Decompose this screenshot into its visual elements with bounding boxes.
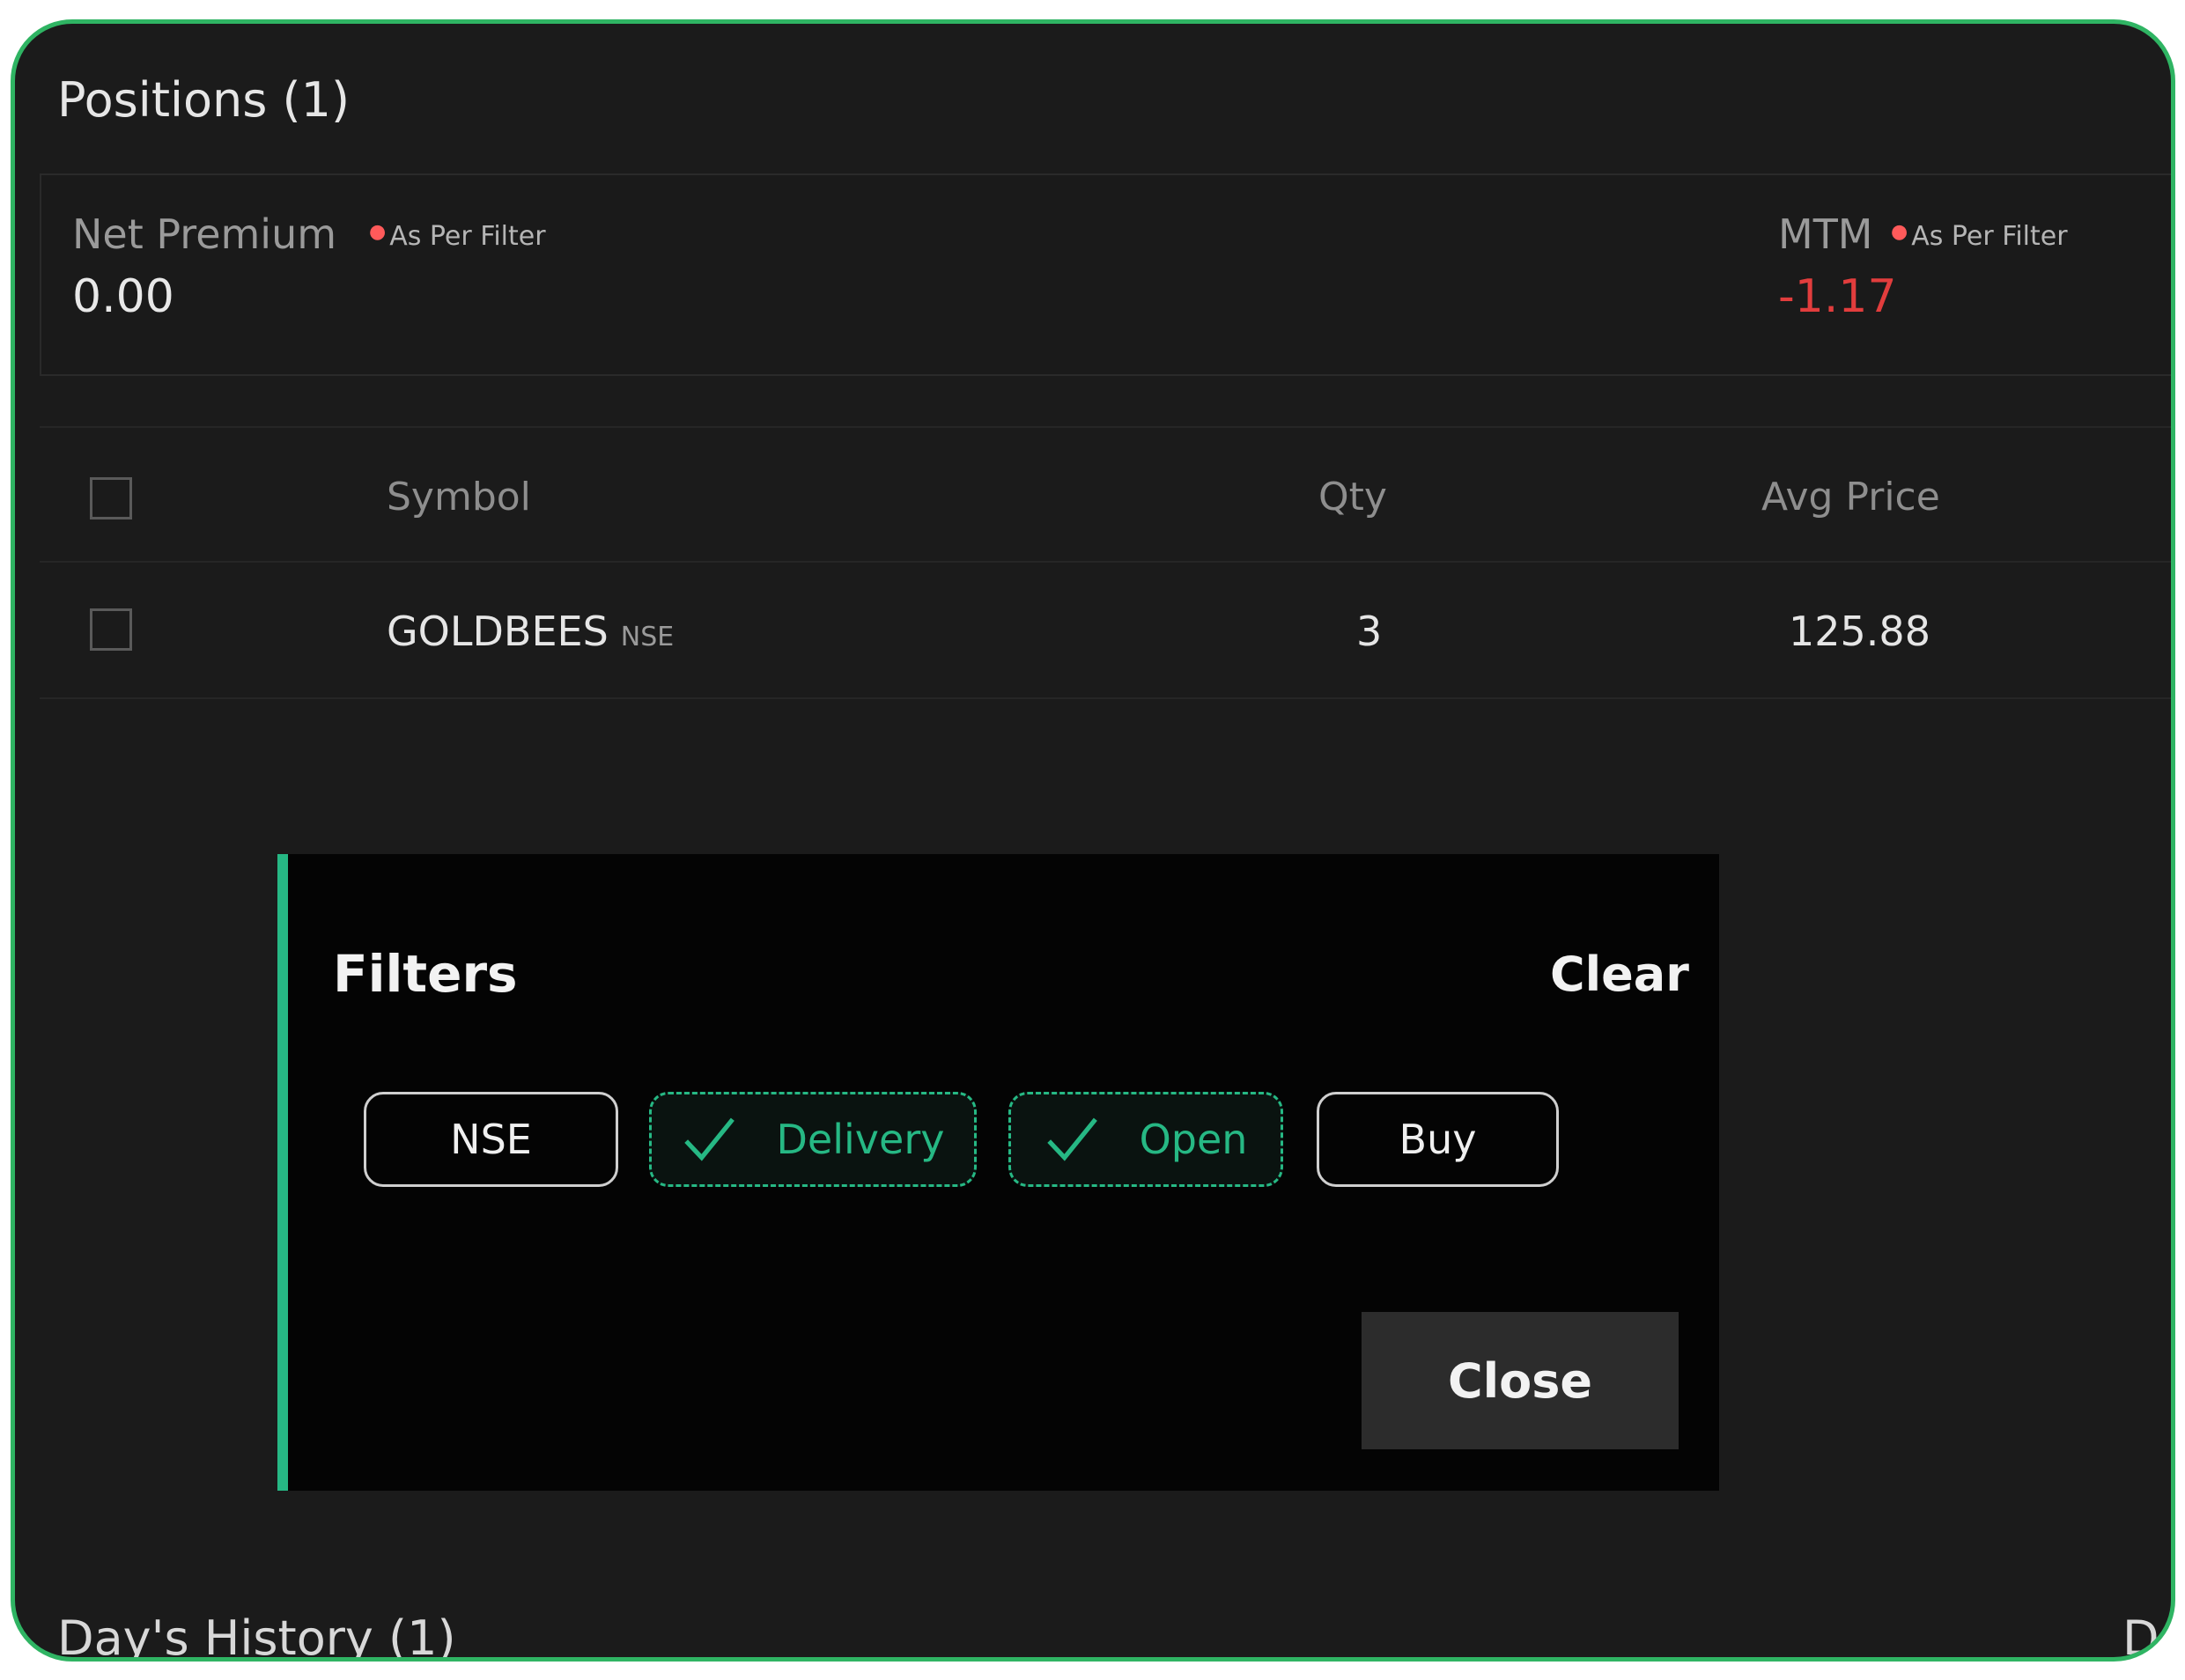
symbol-header: Symbol <box>387 475 531 519</box>
divider <box>40 426 2171 428</box>
symbol-name: GOLDBEES <box>387 608 609 655</box>
qty-header: Qty <box>1318 475 1387 519</box>
chip-label: Buy <box>1399 1116 1477 1163</box>
divider <box>40 697 2171 699</box>
avg-price-cell: 125.88 <box>1789 608 1930 655</box>
chip-label: Delivery <box>776 1116 945 1163</box>
clear-filters-button[interactable]: Clear <box>1550 947 1689 1002</box>
net-premium-value: 0.00 <box>72 270 174 323</box>
row-checkbox[interactable] <box>90 608 132 651</box>
filter-chip-buy[interactable]: Buy <box>1317 1092 1559 1187</box>
mtm-note-text: As Per Filter <box>1911 221 2068 252</box>
filter-chip-nse[interactable]: NSE <box>364 1092 618 1187</box>
page-title: Positions (1) <box>57 72 351 128</box>
mtm-filter-note: ● As Per Filter <box>1891 221 2068 252</box>
filters-title: Filters <box>333 944 518 1004</box>
check-icon <box>683 1117 734 1161</box>
symbol-cell: GOLDBEES NSE <box>387 608 674 655</box>
mtm-label: MTM <box>1778 210 1873 258</box>
filter-dot-icon: ● <box>369 221 387 243</box>
exchange-tag: NSE <box>620 622 675 652</box>
days-history-title: Day's History (1) <box>57 1610 456 1662</box>
chip-label: NSE <box>450 1116 532 1163</box>
select-all-checkbox[interactable] <box>90 477 132 519</box>
filter-dot-icon: ● <box>1891 221 1908 243</box>
mtm-value: -1.17 <box>1778 270 1897 323</box>
qty-cell: 3 <box>1356 608 1383 655</box>
avg-price-header: Avg Price <box>1761 475 1940 519</box>
check-icon <box>1046 1117 1097 1161</box>
close-button[interactable]: Close <box>1362 1312 1679 1449</box>
modal-accent-bar <box>277 854 288 1491</box>
divider <box>40 561 2171 563</box>
history-right-label: D <box>2122 1610 2159 1662</box>
chip-label: Open <box>1139 1116 1248 1163</box>
net-premium-note-text: As Per Filter <box>389 221 546 252</box>
net-premium-label: Net Premium <box>72 210 337 258</box>
filter-chip-open[interactable]: Open <box>1008 1092 1283 1187</box>
net-premium-filter-note: ● As Per Filter <box>369 221 546 252</box>
summary-panel: Net Premium ● As Per Filter 0.00 MTM ● As … <box>40 173 2171 376</box>
filter-chip-delivery[interactable]: Delivery <box>649 1092 977 1187</box>
